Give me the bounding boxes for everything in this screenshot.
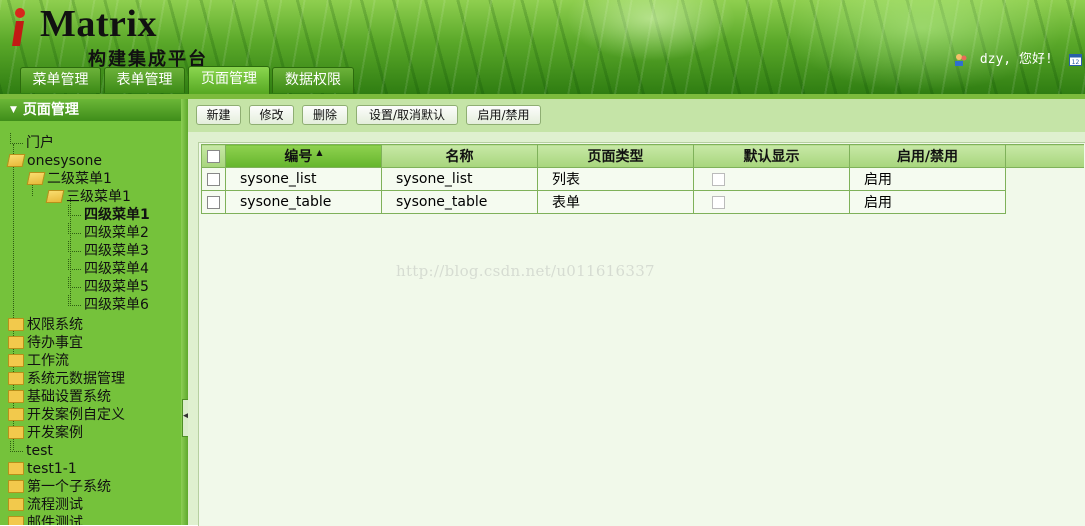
logo-text: Matrix: [40, 3, 157, 45]
tree-node-dev-custom[interactable]: 开发案例自定义: [8, 406, 125, 424]
cell-name: sysone_list: [381, 167, 538, 191]
tree-node-permission-system[interactable]: 权限系统: [8, 316, 83, 334]
tree-node-level4-menu6[interactable]: 四级菜单6: [68, 295, 149, 314]
tree-node-metadata[interactable]: 系统元数据管理: [8, 370, 125, 388]
table-row[interactable]: sysone_table sysone_table 表单 启用: [201, 190, 1085, 214]
tree-node-onesysone[interactable]: onesysone: [6, 152, 102, 170]
folder-closed-icon: [8, 335, 24, 349]
folder-open-icon: [45, 189, 65, 203]
calendar-icon[interactable]: 12: [1068, 53, 1082, 66]
tree-node-level4-menu1[interactable]: 四级菜单1: [68, 205, 150, 224]
tree-node-todo[interactable]: 待办事宜: [8, 334, 83, 352]
row-checkbox[interactable]: [207, 195, 220, 209]
user-area: dzy, 您好! 12 20: [954, 48, 1085, 67]
tree-node-flow-test[interactable]: 流程测试: [8, 496, 83, 514]
tree-node-first-subsystem[interactable]: 第一个子系统: [8, 478, 111, 496]
delete-button[interactable]: 删除: [302, 105, 348, 125]
tree-node-portal[interactable]: 门户: [10, 133, 54, 152]
cell-code: sysone_table: [225, 190, 382, 214]
tab-data-permission[interactable]: 数据权限: [272, 67, 354, 93]
column-header-default-display[interactable]: 默认显示: [693, 144, 850, 168]
cell-status: 启用: [849, 190, 1006, 214]
tab-form-management[interactable]: 表单管理: [104, 67, 185, 93]
grid-panel: 编号 ▲ 名称 页面类型 默认显示 启用/禁用 sysone_list syson…: [198, 142, 1085, 526]
table-row[interactable]: sysone_list sysone_list 列表 启用: [201, 167, 1085, 191]
column-header-code[interactable]: 编号 ▲: [225, 144, 382, 168]
page-grid: 编号 ▲ 名称 页面类型 默认显示 启用/禁用 sysone_list syson…: [201, 144, 1084, 214]
tree-node-level4-menu4[interactable]: 四级菜单4: [68, 259, 149, 278]
folder-closed-icon: [8, 353, 24, 367]
tree-connector: [10, 441, 23, 452]
user-greeting: dzy, 您好!: [979, 52, 1053, 67]
row-select-cell[interactable]: [201, 190, 226, 214]
main-content: 新建 修改 删除 设置/取消默认 启用/禁用 编号 ▲ 名称 页面类型 默认显示 …: [188, 99, 1085, 526]
collapse-caret-icon[interactable]: ▼: [10, 99, 17, 121]
folder-closed-icon: [8, 371, 24, 385]
row-select-cell[interactable]: [201, 167, 226, 191]
watermark: http://blog.csdn.net/u011616337: [396, 262, 655, 280]
app-header: Matrix 构建集成平台 dzy, 您好! 12 20 菜单管理 表单管理 页…: [0, 0, 1085, 94]
cell-status: 启用: [849, 167, 1006, 191]
user-icon: [955, 53, 967, 66]
tree-connector: [68, 259, 81, 270]
tree-connector: [68, 295, 81, 306]
tree-node-level4-menu5[interactable]: 四级菜单5: [68, 277, 149, 296]
tree-node-basic-settings[interactable]: 基础设置系统: [8, 388, 111, 406]
folder-closed-icon: [8, 389, 24, 403]
tree-connector: [10, 133, 23, 144]
tree-node-level4-menu3[interactable]: 四级菜单3: [68, 241, 149, 260]
folder-closed-icon: [8, 479, 24, 493]
select-all-checkbox[interactable]: [207, 149, 220, 163]
folder-closed-icon: [8, 407, 24, 421]
default-display-checkbox[interactable]: [712, 172, 725, 186]
cell-name: sysone_table: [381, 190, 538, 214]
grid-header-row: 编号 ▲ 名称 页面类型 默认显示 启用/禁用: [201, 144, 1084, 168]
folder-closed-icon: [8, 461, 24, 475]
folder-open-icon: [6, 153, 26, 167]
new-button[interactable]: 新建: [196, 105, 241, 125]
svg-text:12: 12: [1071, 59, 1079, 66]
row-checkbox[interactable]: [207, 172, 220, 186]
toolbar: 新建 修改 删除 设置/取消默认 启用/禁用: [188, 99, 1085, 132]
sidebar-splitter[interactable]: ◀: [181, 99, 190, 525]
sidebar: ▼ 页面管理 门户 onesysone 二级菜单1 三级菜单1 四级菜单1 四级菜…: [0, 99, 182, 525]
column-header-status[interactable]: 启用/禁用: [849, 144, 1006, 168]
column-header-name[interactable]: 名称: [381, 144, 538, 168]
folder-closed-icon: [8, 515, 24, 525]
sidebar-header[interactable]: ▼ 页面管理: [0, 99, 182, 121]
tree-node-dev-cases[interactable]: 开发案例: [8, 424, 83, 442]
folder-closed-icon: [8, 497, 24, 511]
column-header-page-type[interactable]: 页面类型: [537, 144, 694, 168]
sidebar-title: 页面管理: [22, 102, 79, 118]
column-header-filler: [1005, 144, 1084, 168]
tree-connector: [68, 241, 81, 252]
cell-page-type: 列表: [537, 167, 694, 191]
tree-node-level4-menu2[interactable]: 四级菜单2: [68, 223, 149, 242]
cell-code: sysone_list: [225, 167, 382, 191]
enable-disable-button[interactable]: 启用/禁用: [466, 105, 541, 125]
tab-menu-management[interactable]: 菜单管理: [20, 67, 101, 93]
tree-node-level3-menu1[interactable]: 三级菜单1: [45, 188, 131, 206]
edit-button[interactable]: 修改: [249, 105, 294, 125]
tab-page-management[interactable]: 页面管理: [188, 66, 270, 94]
cell-default-display[interactable]: [693, 190, 850, 214]
folder-closed-icon: [8, 317, 24, 331]
tree-node-test[interactable]: test: [10, 441, 53, 460]
cell-page-type: 表单: [537, 190, 694, 214]
tree-node-mail-test[interactable]: 邮件测试: [8, 514, 83, 525]
cell-default-display[interactable]: [693, 167, 850, 191]
set-default-button[interactable]: 设置/取消默认: [356, 105, 458, 125]
tree-connector: [68, 205, 81, 216]
tree-node-workflow[interactable]: 工作流: [8, 352, 69, 370]
tree-connector: [68, 223, 81, 234]
default-display-checkbox[interactable]: [712, 195, 725, 209]
sort-asc-icon: ▲: [316, 148, 323, 158]
select-all-header[interactable]: [201, 144, 226, 168]
tree-node-level2-menu1[interactable]: 二级菜单1: [26, 170, 112, 188]
tree-node-test1-1[interactable]: test1-1: [8, 460, 77, 478]
tree-connector: [68, 277, 81, 288]
folder-closed-icon: [8, 425, 24, 439]
folder-open-icon: [26, 171, 46, 185]
logo-i-icon: [12, 8, 25, 46]
